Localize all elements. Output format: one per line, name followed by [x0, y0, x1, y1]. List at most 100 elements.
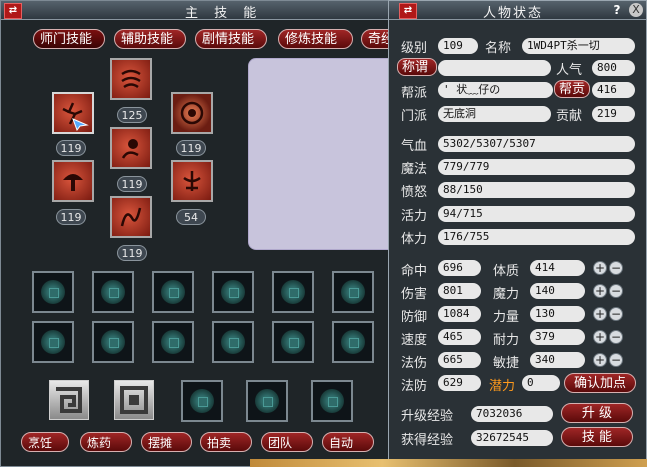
guild-contribution-button[interactable]: 帮贡 [554, 80, 590, 98]
decrease-attribute-button[interactable]: − [609, 330, 623, 344]
rage-label: 愤怒 [401, 185, 428, 200]
tab-cultivation-skills[interactable]: 修炼技能 [278, 29, 353, 49]
skill-window-close-icon[interactable]: ⇄ [4, 3, 22, 19]
increase-attribute-button[interactable]: + [593, 284, 607, 298]
tab-school-skills[interactable]: 师门技能 [33, 29, 105, 49]
skill-slot[interactable] [32, 321, 74, 363]
attribute-value: 379 [530, 329, 585, 345]
skill-slot[interactable] [152, 321, 194, 363]
level-label: 级别 [401, 41, 428, 56]
gained-exp-label: 获得经验 [401, 433, 454, 448]
mushroom-icon [63, 174, 83, 191]
skill-level-5: 119 [56, 209, 86, 225]
attribute-value: 130 [530, 306, 585, 322]
stat-value: 465 [438, 329, 481, 345]
stat-label: 法防 [401, 379, 428, 394]
skill-slot[interactable] [272, 321, 314, 363]
frame-icon [120, 386, 148, 414]
slot-emblem-icon [101, 280, 125, 304]
slot-emblem-icon [101, 330, 125, 354]
spiral-icon [56, 387, 82, 413]
skills-button[interactable]: 技 能 [561, 427, 633, 447]
status-window-titlebar[interactable]: ⇄ 人物状态 ? X [389, 1, 646, 21]
status-window-toggle-icon[interactable]: ⇄ [399, 3, 417, 19]
auto-button[interactable]: 自动 [322, 432, 374, 452]
confirm-points-button[interactable]: 确认加点 [564, 373, 636, 393]
name-label: 名称 [485, 41, 512, 56]
special-skill-slot[interactable] [311, 380, 353, 422]
special-skill-1[interactable] [49, 380, 89, 420]
special-skill-slot[interactable] [246, 380, 288, 422]
mouse-cursor-icon [71, 117, 91, 132]
attribute-value: 414 [530, 260, 585, 276]
skill-slot[interactable] [212, 271, 254, 313]
level-up-button[interactable]: 升 级 [561, 403, 633, 423]
increase-attribute-button[interactable]: + [593, 330, 607, 344]
popularity-label: 人气 [556, 63, 583, 78]
tab-assist-skills[interactable]: 辅助技能 [114, 29, 186, 49]
increase-attribute-button[interactable]: + [593, 307, 607, 321]
slot-emblem-icon [161, 280, 185, 304]
guild-contribution-value: 416 [592, 82, 635, 98]
slot-emblem-icon [161, 330, 185, 354]
stamina-value: 176/755 [438, 229, 635, 245]
skill-slot[interactable] [332, 271, 374, 313]
stat-label: 命中 [401, 264, 428, 279]
special-skill-2[interactable] [114, 380, 154, 420]
tab-story-skills[interactable]: 剧情技能 [195, 29, 267, 49]
rage-value: 88/150 [438, 182, 635, 198]
stat-value: 629 [438, 375, 481, 391]
skill-icon-4[interactable] [171, 92, 213, 134]
skill-icon-5[interactable] [52, 160, 94, 202]
guild-value: ' 状﹏仔の [438, 82, 553, 98]
skill-slot[interactable] [32, 271, 74, 313]
skill-level-3: 119 [117, 176, 147, 192]
slot-emblem-icon [221, 330, 245, 354]
decrease-attribute-button[interactable]: − [609, 284, 623, 298]
attribute-label: 魔力 [493, 287, 520, 302]
stat-label: 法伤 [401, 356, 428, 371]
skill-slot[interactable] [332, 321, 374, 363]
cooking-button[interactable]: 烹饪 [21, 432, 69, 452]
popularity-value: 800 [592, 60, 635, 76]
team-button[interactable]: 团队 [261, 432, 313, 452]
skill-slot[interactable] [152, 271, 194, 313]
skill-window-title: 主 技 能 [185, 6, 263, 21]
skill-icon-7[interactable] [110, 196, 152, 238]
skill-window-titlebar[interactable]: ⇄ 主 技 能 [1, 1, 401, 21]
skill-slot[interactable] [212, 321, 254, 363]
skill-icon-6[interactable] [171, 160, 213, 202]
attribute-label: 耐力 [493, 333, 520, 348]
slot-emblem-icon [281, 330, 305, 354]
title-button[interactable]: 称谓 [397, 58, 437, 76]
stat-label: 防御 [401, 310, 428, 325]
slot-emblem-icon [41, 280, 65, 304]
increase-attribute-button[interactable]: + [593, 261, 607, 275]
seal-icon [180, 101, 204, 125]
increase-attribute-button[interactable]: + [593, 353, 607, 367]
skill-slot[interactable] [92, 321, 134, 363]
attribute-value: 340 [530, 352, 585, 368]
alchemy-button[interactable]: 炼药 [80, 432, 132, 452]
stall-button[interactable]: 摆摊 [141, 432, 192, 452]
slot-emblem-icon [320, 389, 344, 413]
hp-value: 5302/5307/5307 [438, 136, 635, 152]
vitality-label: 活力 [401, 209, 428, 224]
decrease-attribute-button[interactable]: − [609, 353, 623, 367]
vitality-value: 94/715 [438, 206, 635, 222]
decrease-attribute-button[interactable]: − [609, 261, 623, 275]
blossom-icon [121, 139, 139, 159]
decrease-attribute-button[interactable]: − [609, 307, 623, 321]
skill-icon-1[interactable] [110, 58, 152, 100]
skill-slot[interactable] [92, 271, 134, 313]
skill-slot[interactable] [272, 271, 314, 313]
help-icon[interactable]: ? [610, 3, 624, 17]
close-icon[interactable]: X [629, 3, 643, 17]
auction-button[interactable]: 拍卖 [200, 432, 252, 452]
slot-emblem-icon [255, 389, 279, 413]
school-value: 无底洞 [438, 106, 551, 122]
skill-level-4: 119 [176, 140, 206, 156]
skill-icon-3[interactable] [110, 127, 152, 169]
gained-exp-value: 32672545 [471, 430, 553, 446]
special-skill-slot[interactable] [181, 380, 223, 422]
